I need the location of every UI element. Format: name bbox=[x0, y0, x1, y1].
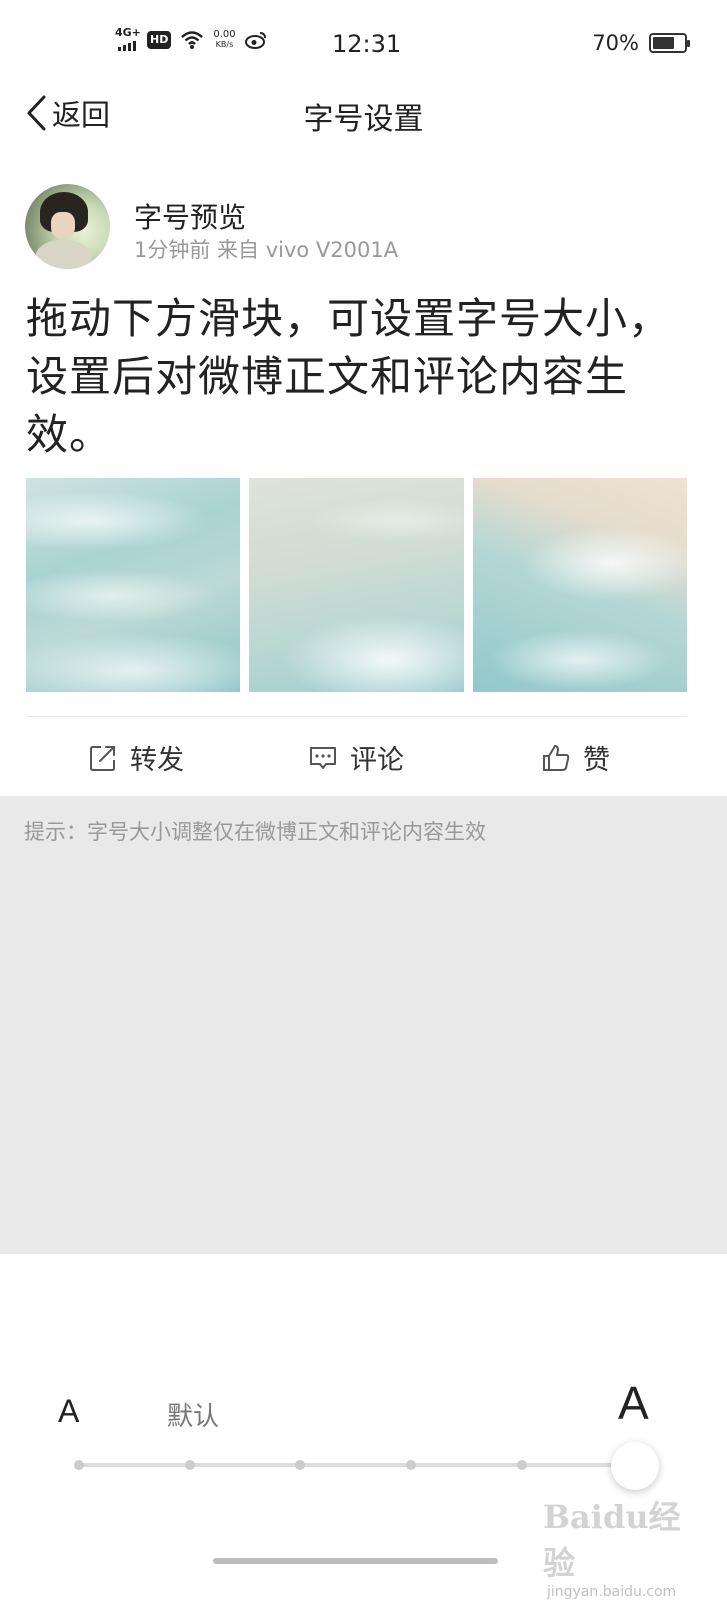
tip-area: 提示：字号大小调整仅在微博正文和评论内容生效 bbox=[0, 796, 727, 1254]
slider-tick[interactable] bbox=[74, 1460, 84, 1470]
post-text: 拖动下方滑块，可设置字号大小，设置后对微博正文和评论内容生效。 bbox=[26, 294, 672, 459]
comment-label: 评论 bbox=[350, 745, 404, 776]
repost-button[interactable]: 转发 bbox=[88, 738, 184, 777]
signal-icon: 4G+ bbox=[114, 26, 141, 52]
post-image-2[interactable] bbox=[249, 478, 464, 692]
watermark-logo: Baidu经验 bbox=[543, 1498, 681, 1582]
watermark-url: jingyan.baidu.com bbox=[547, 1584, 677, 1600]
small-font-label: A bbox=[58, 1393, 80, 1429]
status-icons-left: 4G+ HD 0.00 KB/s bbox=[114, 26, 267, 52]
navigation-bar: 返回 字号设置 bbox=[0, 88, 727, 154]
default-font-label: 默认 bbox=[167, 1402, 220, 1432]
avatar[interactable] bbox=[25, 184, 110, 269]
battery-icon bbox=[649, 33, 690, 53]
post-images bbox=[26, 478, 687, 692]
battery-percent: 70% bbox=[592, 31, 639, 55]
post-username[interactable]: 字号预览 bbox=[134, 196, 246, 236]
font-size-slider-thumb[interactable] bbox=[611, 1442, 659, 1490]
thumbs-up-icon bbox=[543, 744, 570, 771]
home-indicator[interactable] bbox=[213, 1558, 498, 1564]
large-font-label: A bbox=[618, 1377, 649, 1429]
wifi-icon bbox=[181, 31, 204, 49]
post-action-bar: 转发 评论 赞 bbox=[0, 718, 727, 796]
comment-icon bbox=[310, 746, 336, 769]
tip-text: 提示：字号大小调整仅在微博正文和评论内容生效 bbox=[24, 820, 486, 844]
network-type: 4G+ bbox=[115, 26, 141, 39]
comment-button[interactable]: 评论 bbox=[308, 738, 404, 777]
like-button[interactable]: 赞 bbox=[541, 738, 610, 777]
page-title: 字号设置 bbox=[303, 102, 424, 137]
post-image-1[interactable] bbox=[26, 478, 241, 692]
clock: 12:31 bbox=[332, 30, 402, 58]
speed-value: 0.00 bbox=[213, 29, 236, 40]
network-speed: 0.00 KB/s bbox=[213, 30, 235, 50]
post-image-3[interactable] bbox=[472, 478, 687, 692]
status-icons-right: 70% bbox=[592, 31, 690, 55]
divider bbox=[26, 716, 687, 717]
slider-tick[interactable] bbox=[295, 1460, 305, 1470]
post-meta: 1分钟前 来自 vivo V2001A bbox=[134, 238, 399, 262]
slider-tick[interactable] bbox=[185, 1460, 195, 1470]
share-icon bbox=[90, 745, 115, 771]
speed-unit: KB/s bbox=[215, 40, 234, 49]
slider-tick[interactable] bbox=[517, 1460, 527, 1470]
font-size-slider-track[interactable] bbox=[78, 1463, 638, 1467]
hd-badge: HD bbox=[147, 31, 172, 49]
like-label: 赞 bbox=[583, 745, 610, 776]
weibo-icon bbox=[244, 32, 266, 49]
watermark: Baidu经验 jingyan.baidu.com bbox=[543, 1492, 693, 1600]
slider-tick[interactable] bbox=[406, 1460, 416, 1470]
repost-label: 转发 bbox=[130, 745, 184, 776]
status-bar: 4G+ HD 0.00 KB/s 12:31 70% bbox=[0, 0, 727, 88]
